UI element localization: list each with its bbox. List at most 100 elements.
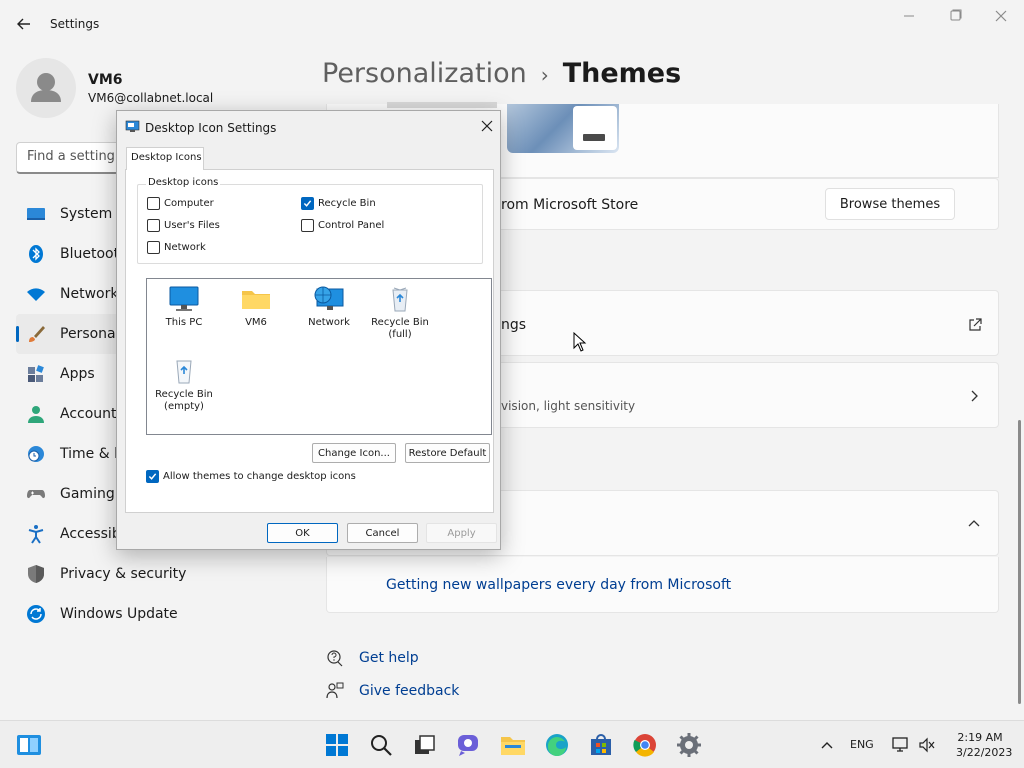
breadcrumb-separator: › bbox=[540, 63, 549, 87]
file-explorer-icon[interactable] bbox=[500, 732, 526, 758]
tray-overflow-icon[interactable] bbox=[820, 739, 834, 751]
spotlight-detail: Getting new wallpapers every day from Mi… bbox=[326, 557, 999, 613]
checkbox-box[interactable] bbox=[146, 470, 159, 483]
checkbox-label: Recycle Bin bbox=[318, 198, 376, 209]
network-globe-icon bbox=[314, 286, 344, 310]
sidebar-item-windows-update[interactable]: Windows Update bbox=[16, 594, 316, 634]
chat-icon[interactable] bbox=[456, 732, 482, 758]
icon-recycle-bin-empty[interactable]: Recycle Bin (empty) bbox=[147, 357, 221, 413]
recycle-bin-checkbox[interactable]: Recycle Bin bbox=[301, 197, 376, 210]
arrow-left-icon[interactable] bbox=[14, 14, 34, 34]
give-feedback-link[interactable]: Give feedback bbox=[325, 681, 459, 701]
open-external-icon bbox=[969, 318, 982, 331]
desktop-icons-list: This PC VM6 Network Recycle Bin (full) R… bbox=[146, 278, 492, 435]
task-view-icon[interactable] bbox=[412, 732, 438, 758]
person-icon bbox=[28, 406, 44, 423]
icon-label: Network bbox=[308, 317, 350, 328]
bluetooth-icon bbox=[29, 245, 43, 263]
icon-user-folder[interactable]: VM6 bbox=[219, 285, 293, 329]
sidebar-item-label: Privacy & security bbox=[60, 566, 187, 582]
network-checkbox[interactable]: Network bbox=[147, 241, 206, 254]
get-help-label: Get help bbox=[359, 650, 419, 666]
network-ethernet-icon[interactable] bbox=[892, 737, 910, 753]
search-icon[interactable] bbox=[368, 732, 394, 758]
sidebar-item-label: Apps bbox=[60, 366, 95, 382]
dialog-app-icon bbox=[125, 120, 140, 132]
settings-gear-icon[interactable] bbox=[676, 732, 702, 758]
tray-clock[interactable]: 2:19 AM 3/22/2023 bbox=[956, 730, 1012, 760]
desktop-icons-group: Desktop icons Computer User's Files Netw… bbox=[137, 177, 483, 264]
users-files-checkbox[interactable]: User's Files bbox=[147, 219, 220, 232]
mouse-cursor-icon bbox=[573, 332, 587, 352]
spotlight-link[interactable]: Getting new wallpapers every day from Mi… bbox=[386, 577, 731, 593]
checkbox-box[interactable] bbox=[147, 197, 160, 210]
restore-default-button[interactable]: Restore Default bbox=[405, 443, 490, 463]
clock-time: 2:19 AM bbox=[957, 731, 1003, 744]
allow-themes-checkbox[interactable]: Allow themes to change desktop icons bbox=[146, 470, 356, 483]
checkbox-box[interactable] bbox=[147, 241, 160, 254]
checkbox-box[interactable] bbox=[147, 219, 160, 232]
breadcrumb-parent[interactable]: Personalization bbox=[322, 58, 527, 89]
folder-icon bbox=[242, 291, 270, 309]
checkbox-box[interactable] bbox=[301, 219, 314, 232]
help-chat-icon bbox=[327, 650, 343, 667]
minimize-icon[interactable] bbox=[894, 8, 924, 26]
dialog-title: Desktop Icon Settings bbox=[145, 121, 277, 135]
checkbox-box[interactable] bbox=[301, 197, 314, 210]
icon-label: VM6 bbox=[245, 317, 267, 328]
desktop-icon-settings-dialog: Desktop Icon Settings Desktop Icons Desk… bbox=[116, 110, 501, 550]
page-title: Themes bbox=[562, 58, 682, 89]
computer-checkbox[interactable]: Computer bbox=[147, 197, 214, 210]
shield-icon bbox=[28, 565, 44, 583]
widgets-icon[interactable] bbox=[16, 732, 42, 758]
icon-label: This PC bbox=[165, 317, 203, 328]
cancel-button[interactable]: Cancel bbox=[347, 523, 418, 543]
checkbox-label: Network bbox=[164, 242, 206, 253]
user-name: VM6 bbox=[88, 72, 123, 88]
edge-icon[interactable] bbox=[544, 732, 570, 758]
icon-network[interactable]: Network bbox=[292, 285, 366, 329]
chrome-icon[interactable] bbox=[632, 732, 658, 758]
sidebar-item-privacy-security[interactable]: Privacy & security bbox=[16, 554, 316, 594]
store-themes-label: rom Microsoft Store bbox=[501, 197, 639, 213]
get-help-link[interactable]: Get help bbox=[325, 648, 419, 668]
icon-this-pc[interactable]: This PC bbox=[147, 285, 221, 329]
person-avatar-icon bbox=[31, 73, 61, 102]
group-label: Desktop icons bbox=[146, 177, 221, 188]
sidebar-item-label: Personali bbox=[60, 326, 124, 342]
monitor-icon bbox=[27, 208, 45, 220]
icon-recycle-bin-full[interactable]: Recycle Bin (full) bbox=[363, 285, 437, 341]
avatar[interactable] bbox=[16, 58, 76, 118]
breadcrumb: Personalization › Themes bbox=[322, 58, 681, 89]
close-icon[interactable] bbox=[986, 8, 1016, 26]
desktop-icon-settings-label: ngs bbox=[501, 317, 527, 333]
contrast-themes-subtitle: vision, light sensitivity bbox=[501, 399, 636, 413]
control-panel-checkbox[interactable]: Control Panel bbox=[301, 219, 384, 232]
accessibility-icon bbox=[28, 525, 44, 544]
maximize-icon[interactable] bbox=[940, 8, 970, 26]
browse-themes-button[interactable]: Browse themes bbox=[825, 188, 955, 220]
ok-button[interactable]: OK bbox=[267, 523, 338, 543]
icon-label: Recycle Bin (full) bbox=[371, 317, 429, 340]
user-email: VM6@collabnet.local bbox=[88, 91, 214, 105]
title-bar: Settings bbox=[0, 0, 1024, 48]
tab-desktop-icons[interactable]: Desktop Icons bbox=[126, 147, 204, 170]
recycle-bin-full-icon bbox=[392, 287, 408, 312]
dialog-close-icon[interactable] bbox=[478, 117, 496, 135]
checkmark-icon bbox=[303, 200, 312, 207]
theme-thumbnail-windows[interactable] bbox=[507, 104, 619, 153]
store-icon[interactable] bbox=[588, 732, 614, 758]
recycle-bin-empty-icon bbox=[176, 360, 192, 384]
main-scrollbar[interactable] bbox=[1018, 420, 1021, 704]
theme-thumbnail[interactable] bbox=[387, 102, 497, 108]
volume-muted-icon[interactable] bbox=[918, 737, 936, 753]
start-icon[interactable] bbox=[324, 732, 350, 758]
tray-language[interactable]: ENG bbox=[850, 738, 874, 751]
change-icon-button[interactable]: Change Icon... bbox=[312, 443, 396, 463]
monitor-icon bbox=[169, 286, 199, 311]
apps-grid-icon bbox=[28, 365, 44, 382]
apply-button[interactable]: Apply bbox=[426, 523, 497, 543]
checkbox-label: User's Files bbox=[164, 220, 220, 231]
sidebar-item-label: Accounts bbox=[60, 406, 124, 422]
sidebar-item-label: Accessibi bbox=[60, 526, 125, 542]
